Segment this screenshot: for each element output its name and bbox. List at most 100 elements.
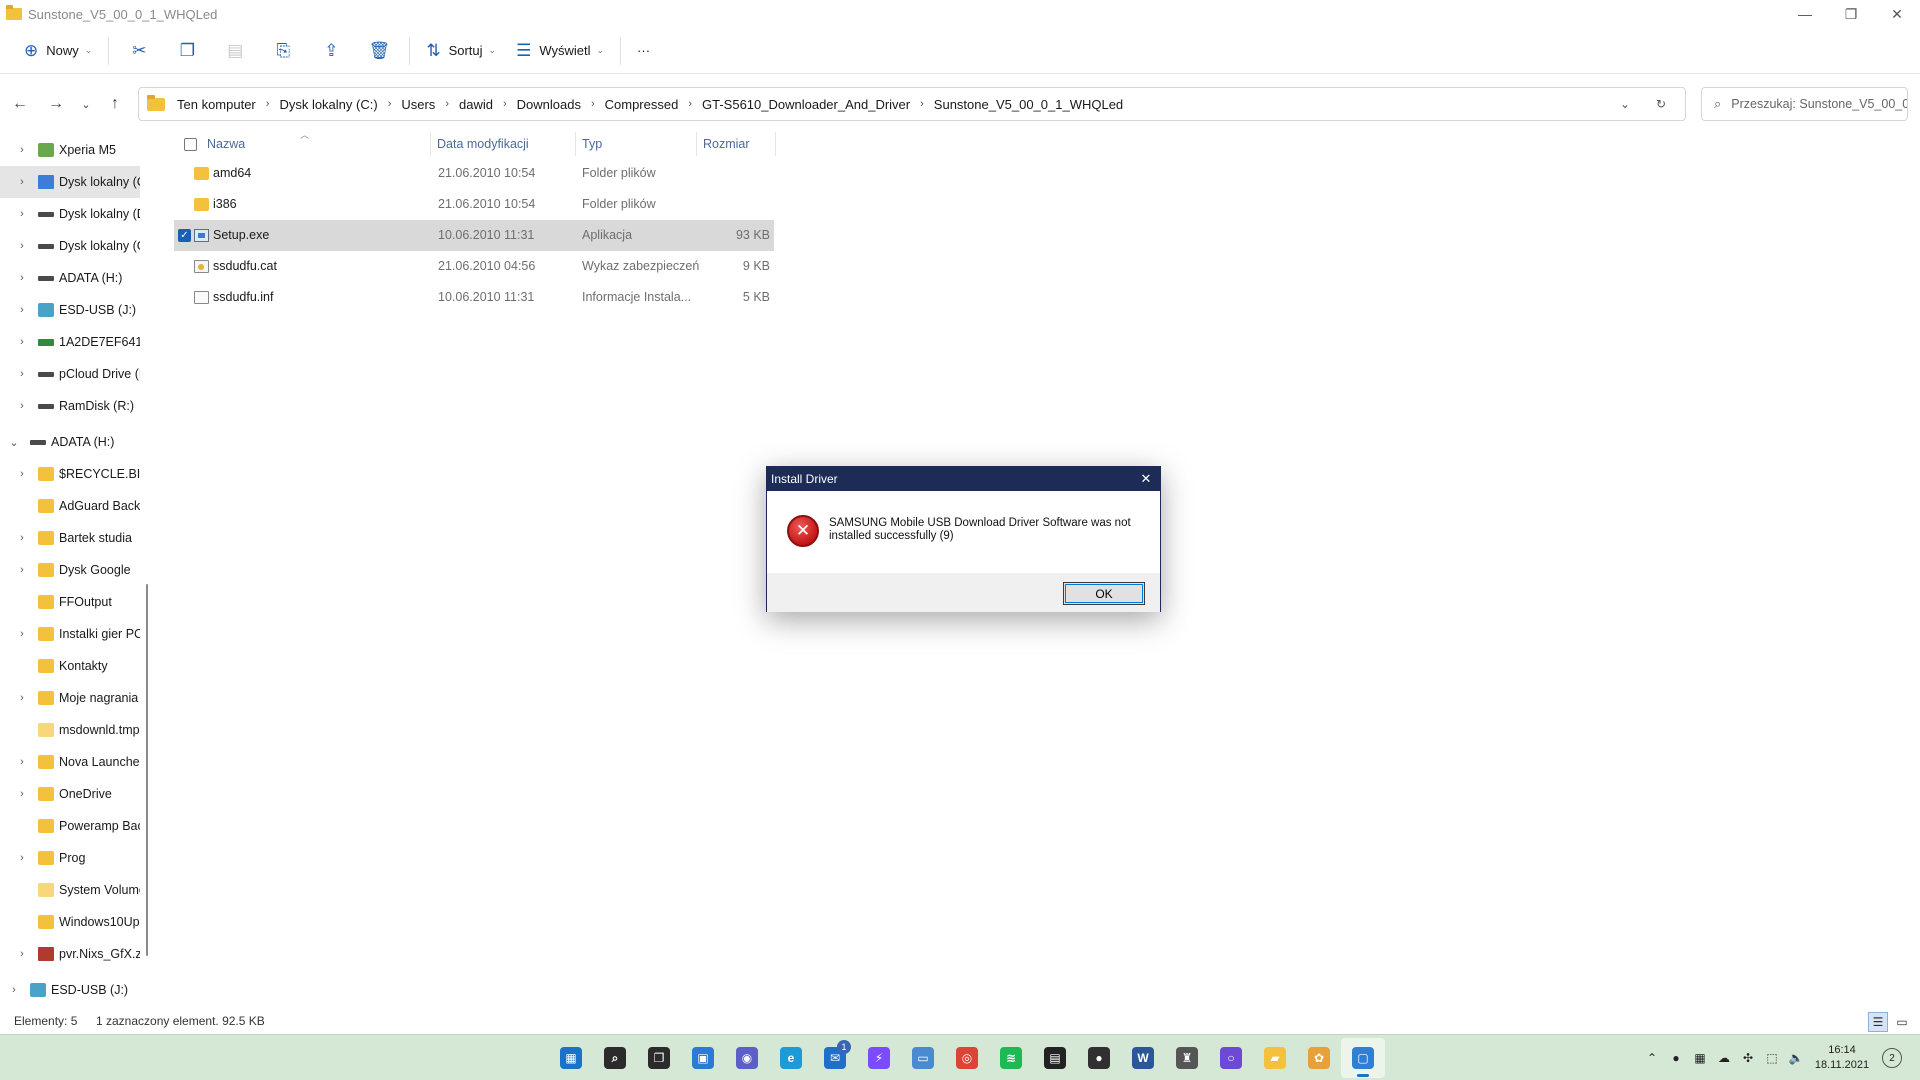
sidebar-item[interactable]: › Dysk lokalny (D [0, 198, 140, 230]
sort-button[interactable]: ⇅ Sortuj ⌄ [416, 34, 506, 68]
close-button[interactable]: ✕ [1874, 0, 1920, 28]
sidebar-item[interactable]: › pvr.Nixs_GfX.zi [0, 938, 140, 970]
breadcrumb-item[interactable]: GT-S5610_Downloader_And_Driver [702, 97, 910, 112]
chevron-right-icon[interactable]: › [17, 532, 27, 544]
sidebar-item[interactable]: › Dysk lokalny (C [0, 166, 140, 198]
chevron-right-icon[interactable]: › [17, 852, 27, 864]
chevron-right-icon[interactable]: › [17, 272, 27, 284]
chevron-right-icon[interactable]: › [920, 98, 924, 110]
sidebar-item[interactable]: › $RECYCLE.BIN [0, 458, 140, 490]
taskbar-app[interactable]: ◉ [725, 1038, 769, 1078]
delete-button[interactable]: 🗑 [355, 34, 403, 68]
table-row[interactable]: i386 21.06.2010 10:54 Folder plików [174, 189, 774, 220]
chevron-right-icon[interactable]: › [17, 692, 27, 704]
taskbar-app[interactable]: W [1121, 1038, 1165, 1078]
address-bar[interactable]: › Ten komputer › Dysk lokalny (C:) › Users › da… [138, 87, 1686, 121]
tiles-view-button[interactable]: ▭ [1892, 1012, 1912, 1032]
taskbar-app[interactable]: ⌕ [593, 1038, 637, 1078]
taskbar-app[interactable]: ▤ [1033, 1038, 1077, 1078]
sidebar-item[interactable]: › OneDrive [0, 778, 140, 810]
breadcrumb-item[interactable]: Ten komputer [177, 97, 256, 112]
sidebar-item[interactable]: › Nova Launcher [0, 746, 140, 778]
show-hidden-icons-icon[interactable]: ⌃ [1640, 1051, 1664, 1065]
forward-button[interactable]: → [42, 90, 70, 118]
sidebar-item[interactable]: Poweramp Bac [0, 810, 140, 842]
chevron-right-icon[interactable]: › [17, 400, 27, 412]
chevron-right-icon[interactable]: › [17, 756, 27, 768]
column-name[interactable]: Nazwa [207, 137, 245, 151]
chevron-right-icon[interactable]: › [591, 98, 595, 110]
up-button[interactable]: ↑ [101, 90, 129, 118]
chevron-right-icon[interactable]: › [17, 368, 27, 380]
chevron-right-icon[interactable]: › [266, 98, 270, 110]
sidebar-item[interactable]: › 1A2DE7EF641B6 [0, 326, 140, 358]
sidebar-item[interactable]: System Volume [0, 874, 140, 906]
clock[interactable]: 16:14 18.11.2021 [1806, 1043, 1878, 1073]
taskbar-app[interactable]: e [769, 1038, 813, 1078]
recent-locations-button[interactable]: ⌄ [72, 90, 100, 118]
table-row[interactable]: ✓ Setup.exe 10.06.2010 11:31 Aplikacja 93 KB [174, 220, 774, 251]
view-button[interactable]: ☰ Wyświetl ⌄ [506, 34, 614, 68]
sidebar-item[interactable]: Windows10Upg [0, 906, 140, 938]
chevron-right-icon[interactable]: › [17, 564, 27, 576]
chevron-right-icon[interactable]: › [17, 304, 27, 316]
rename-button[interactable]: ⎘ [259, 34, 307, 68]
network-icon[interactable]: ⬚ [1760, 1051, 1784, 1065]
dropbox-icon[interactable]: ✣ [1736, 1051, 1760, 1065]
breadcrumb-item[interactable]: Compressed [605, 97, 679, 112]
copy-button[interactable]: ❐ [163, 34, 211, 68]
chevron-right-icon[interactable]: › [17, 948, 27, 960]
chevron-right-icon[interactable]: › [9, 984, 19, 996]
details-view-button[interactable]: ☰ [1868, 1012, 1888, 1032]
sidebar-item[interactable]: › Bartek studia [0, 522, 140, 554]
chevron-right-icon[interactable]: › [17, 336, 27, 348]
volume-icon[interactable]: 🔈 [1784, 1051, 1808, 1065]
taskbar-app[interactable]: ▦ [549, 1038, 593, 1078]
breadcrumb-item[interactable]: dawid [459, 97, 493, 112]
taskbar-app[interactable]: ✉ 1 [813, 1038, 857, 1078]
chevron-right-icon[interactable]: › [503, 98, 507, 110]
taskbar-app[interactable]: ◎ [945, 1038, 989, 1078]
chevron-right-icon[interactable]: › [17, 176, 27, 188]
chevron-right-icon[interactable]: › [388, 98, 392, 110]
taskbar-app[interactable]: ▢ [1341, 1038, 1385, 1078]
more-options-button[interactable]: ··· [627, 34, 660, 68]
paste-button[interactable]: ▤ [211, 34, 259, 68]
sidebar-item[interactable]: msdownld.tmp [0, 714, 140, 746]
taskbar-app[interactable]: ▰ [1253, 1038, 1297, 1078]
refresh-button[interactable]: ↻ [1643, 97, 1679, 111]
chevron-right-icon[interactable]: › [17, 208, 27, 220]
sidebar-item[interactable]: › ESD-USB (J:) [0, 974, 140, 1006]
back-button[interactable]: ← [6, 90, 34, 118]
minimize-button[interactable]: — [1782, 0, 1828, 28]
taskbar-app[interactable]: ▣ [681, 1038, 725, 1078]
taskbar-app[interactable]: ✿ [1297, 1038, 1341, 1078]
column-type[interactable]: Typ [582, 137, 602, 151]
taskbar-app[interactable]: ○ [1209, 1038, 1253, 1078]
taskbar-app[interactable]: ⚡ [857, 1038, 901, 1078]
sidebar-item[interactable]: › pCloud Drive (P [0, 358, 140, 390]
column-modified[interactable]: Data modyfikacji [437, 137, 529, 151]
cloud-icon[interactable]: ☁ [1712, 1051, 1736, 1065]
chevron-right-icon[interactable]: › [17, 240, 27, 252]
chevron-right-icon[interactable]: › [17, 468, 27, 480]
ok-button[interactable]: OK [1063, 582, 1145, 605]
taskbar-app[interactable]: ♜ [1165, 1038, 1209, 1078]
sidebar-item[interactable]: › Xperia M5 [0, 134, 140, 166]
dialog-close-button[interactable]: ✕ [1132, 467, 1160, 491]
taskbar-app[interactable]: ● [1077, 1038, 1121, 1078]
sidebar-item[interactable]: Kontakty [0, 650, 140, 682]
sidebar-item[interactable]: › ESD-USB (J:) [0, 294, 140, 326]
sidebar-item[interactable]: › Dysk Google [0, 554, 140, 586]
sidebar-item[interactable]: FFOutput [0, 586, 140, 618]
chevron-right-icon[interactable]: › [17, 788, 27, 800]
taskbar-app[interactable]: ▭ [901, 1038, 945, 1078]
breadcrumb-item[interactable]: Sunstone_V5_00_0_1_WHQLed [934, 97, 1123, 112]
notification-center-button[interactable]: 2 [1882, 1048, 1902, 1068]
taskbar-app[interactable]: ≋ [989, 1038, 1033, 1078]
sidebar-item[interactable]: › Moje nagrania [0, 682, 140, 714]
antivirus-icon[interactable]: ● [1664, 1051, 1688, 1065]
share-button[interactable]: ⇪ [307, 34, 355, 68]
box-icon[interactable]: ▦ [1688, 1051, 1712, 1065]
table-row[interactable]: ssdudfu.inf 10.06.2010 11:31 Informacje In… [174, 282, 774, 313]
